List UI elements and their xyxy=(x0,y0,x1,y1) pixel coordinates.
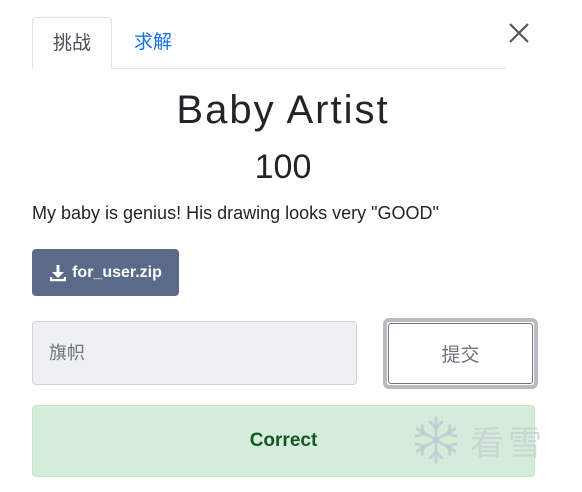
download-file-label: for_user.zip xyxy=(72,263,162,281)
submit-button-inner: 提交 xyxy=(388,323,533,384)
tab-solves[interactable]: 求解 xyxy=(114,17,192,68)
tab-solves-label: 求解 xyxy=(134,32,173,53)
tab-bar: 挑战 求解 xyxy=(32,17,506,69)
submit-button[interactable]: 提交 xyxy=(383,318,538,389)
close-icon xyxy=(509,23,529,43)
close-button[interactable] xyxy=(505,19,533,47)
challenge-title: Baby Artist xyxy=(176,88,390,132)
download-file-button[interactable]: for_user.zip xyxy=(32,249,179,296)
download-icon xyxy=(50,264,67,281)
challenge-description: My baby is genius! His drawing looks ver… xyxy=(32,203,439,223)
flag-input[interactable] xyxy=(32,321,357,385)
challenge-points: 100 xyxy=(254,148,312,186)
tab-challenge-label: 挑战 xyxy=(53,33,92,54)
tab-challenge[interactable]: 挑战 xyxy=(32,17,113,69)
submit-label: 提交 xyxy=(441,345,480,366)
result-alert: Correct xyxy=(32,405,535,477)
result-message: Correct xyxy=(249,430,318,451)
